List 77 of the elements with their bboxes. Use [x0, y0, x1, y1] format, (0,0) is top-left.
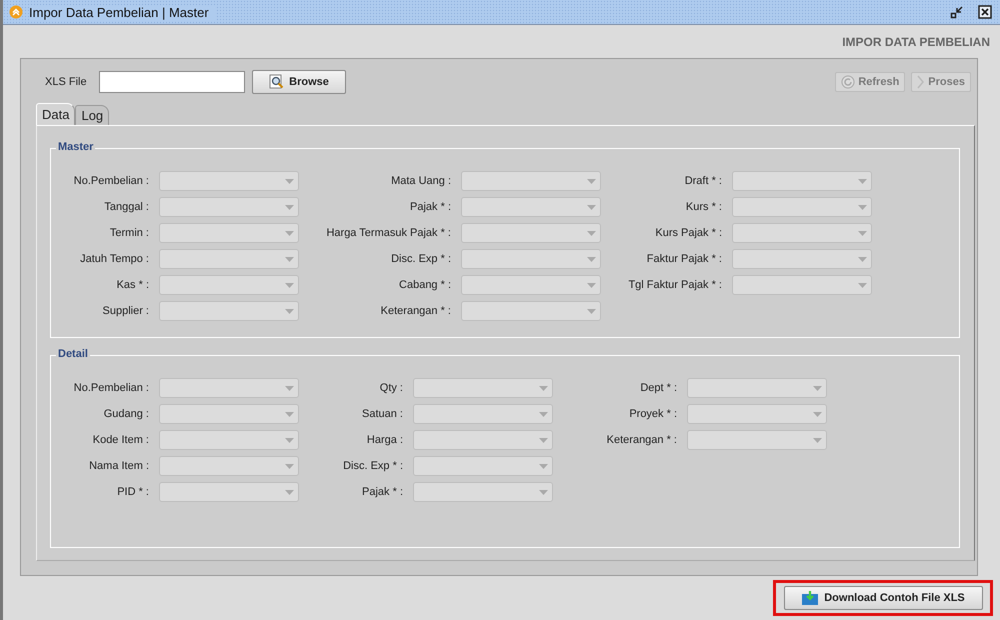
field-label: Keterangan * : — [380, 305, 451, 317]
dropdown-arrow-icon — [858, 230, 867, 236]
field-label: Mata Uang : — [390, 175, 451, 187]
dropdown-arrow-icon — [813, 412, 822, 416]
dropdown-arrow-icon — [285, 490, 294, 494]
dropdown-arrow-icon — [285, 204, 294, 210]
dropdown-arrow-icon — [285, 308, 294, 314]
app-icon — [9, 5, 23, 19]
field-label: No.Pembelian : — [72, 382, 149, 394]
refresh-icon — [841, 75, 856, 89]
field-label: Tgl Faktur Pajak * : — [627, 279, 722, 291]
field-label: Kurs Pajak * : — [654, 227, 722, 239]
field-label: Faktur Pajak * : — [646, 253, 722, 265]
field-label: PID * : — [116, 486, 149, 498]
download-button[interactable]: Download Contoh File XLS — [784, 586, 983, 610]
page-heading: IMPOR DATA PEMBELIAN — [842, 34, 990, 48]
chevron-right-icon — [917, 75, 926, 89]
field-label: Proyek * : — [628, 408, 677, 420]
dropdown-arrow-icon — [858, 256, 867, 262]
xls-file-field[interactable] — [99, 71, 245, 93]
browse-button[interactable]: Browse — [252, 70, 346, 94]
field-label: Kurs * : — [684, 201, 722, 213]
dropdown-arrow-icon — [539, 490, 548, 494]
field-label: Gudang : — [102, 408, 149, 420]
dropdown-arrow-icon — [587, 204, 596, 210]
field-label: Kode Item : — [92, 434, 149, 446]
dropdown-arrow-icon — [285, 438, 294, 442]
dropdown-arrow-icon — [285, 256, 294, 262]
window-title: Impor Data Pembelian | Master — [29, 4, 215, 20]
group-title: Detail — [56, 348, 90, 360]
field-label: Pajak * : — [409, 201, 451, 213]
dropdown-arrow-icon — [285, 230, 294, 236]
dropdown-arrow-icon — [858, 204, 867, 210]
dropdown-arrow-icon — [285, 412, 294, 416]
field-label: Tanggal : — [103, 201, 149, 213]
field-label: Termin : — [108, 227, 149, 239]
field-label: Keterangan * : — [606, 434, 677, 446]
dropdown-arrow-icon — [813, 386, 822, 390]
field-label: Nama Item : — [88, 460, 149, 472]
field-label: Supplier : — [102, 305, 149, 317]
xls-file-label: XLS File — [44, 76, 88, 88]
download-icon — [802, 591, 818, 605]
dropdown-arrow-icon — [285, 282, 294, 288]
field-label: Satuan : — [361, 408, 403, 420]
field-label: Dept * : — [639, 382, 677, 394]
dropdown-arrow-icon — [587, 256, 596, 262]
dropdown-arrow-icon — [858, 178, 867, 184]
dropdown-arrow-icon — [285, 386, 294, 390]
field-label: Pajak * : — [361, 486, 403, 498]
field-label: Jatuh Tempo : — [79, 253, 149, 265]
dropdown-arrow-icon — [285, 178, 294, 184]
dropdown-arrow-icon — [539, 386, 548, 390]
field-label: Harga : — [366, 434, 403, 446]
tab[interactable]: Log — [75, 105, 110, 125]
restore-icon[interactable] — [950, 5, 964, 19]
dropdown-arrow-icon — [539, 464, 548, 468]
field-label: No.Pembelian : — [72, 175, 149, 187]
dropdown-arrow-icon — [587, 308, 596, 314]
field-label: Disc. Exp * : — [390, 253, 451, 265]
dropdown-arrow-icon — [285, 464, 294, 468]
field-label: Qty : — [378, 382, 403, 394]
field-label: Kas * : — [116, 279, 149, 291]
field-label: Cabang * : — [398, 279, 451, 291]
magnifier-icon — [269, 74, 286, 90]
field-label: Disc. Exp * : — [342, 460, 403, 472]
dropdown-arrow-icon — [587, 178, 596, 184]
dropdown-arrow-icon — [858, 282, 867, 288]
dropdown-arrow-icon — [813, 438, 822, 442]
dropdown-arrow-icon — [539, 412, 548, 416]
group-title: Master — [56, 141, 96, 153]
tab[interactable]: Data — [36, 103, 76, 125]
field-label: Harga Termasuk Pajak * : — [325, 227, 451, 239]
close-icon[interactable] — [978, 5, 992, 19]
dropdown-arrow-icon — [539, 438, 548, 442]
field-label: Draft * : — [684, 175, 722, 187]
dropdown-arrow-icon — [587, 230, 596, 236]
dropdown-arrow-icon — [587, 282, 596, 288]
